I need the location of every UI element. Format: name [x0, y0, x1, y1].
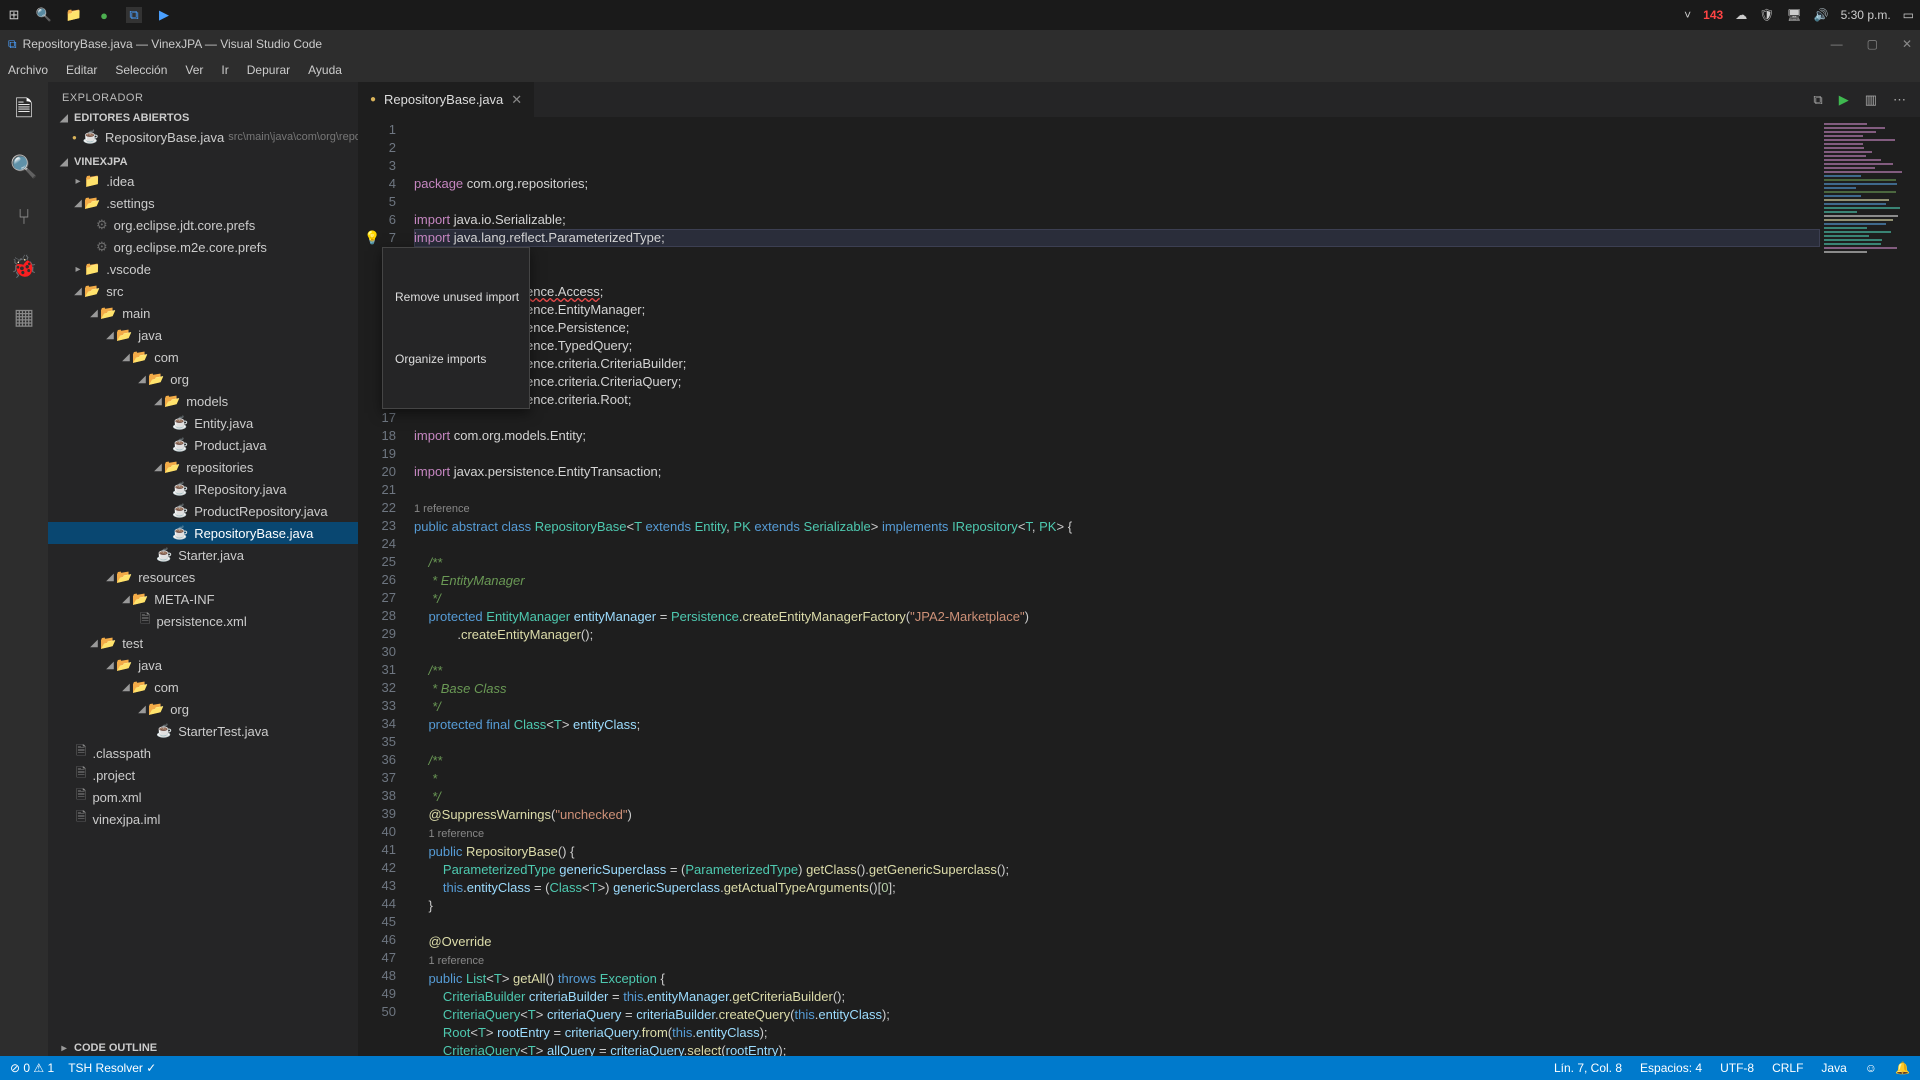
status-cursor-position[interactable]: Lín. 7, Col. 8	[1554, 1061, 1622, 1075]
status-language[interactable]: Java	[1821, 1061, 1846, 1075]
file-classpath[interactable]: 🗎.classpath	[48, 742, 358, 764]
file-product[interactable]: ☕Product.java	[48, 434, 358, 456]
menu-help[interactable]: Ayuda	[308, 63, 342, 77]
vscode-icon[interactable]: ⧉	[126, 7, 142, 23]
powershell-icon[interactable]: ▶	[156, 7, 172, 23]
file-pom[interactable]: 🗎pom.xml	[48, 786, 358, 808]
tab-repositorybase[interactable]: ● RepositoryBase.java ✕	[358, 82, 535, 117]
editor-area: ● RepositoryBase.java ✕ ⧉ ▶ ▥ ⋯ 12345678…	[358, 82, 1920, 1056]
open-editor-item[interactable]: ● ☕ RepositoryBase.java src\main\java\co…	[48, 126, 358, 148]
activity-bar: 🗎 🔍 ⑂ 🐞 ▦	[0, 82, 48, 1056]
search-panel-icon[interactable]: 🔍	[10, 154, 37, 180]
menubar: Archivo Editar Selección Ver Ir Depurar …	[0, 58, 1920, 82]
menu-edit[interactable]: Editar	[66, 63, 97, 77]
folder-resources[interactable]: ◢📂resources	[48, 566, 358, 588]
tray-clock[interactable]: 5:30 p.m.	[1841, 8, 1891, 22]
folder-repositories[interactable]: ◢📂repositories	[48, 456, 358, 478]
folder-com[interactable]: ◢📂com	[48, 346, 358, 368]
tray-monitor-icon[interactable]: 🖥	[1786, 8, 1801, 22]
tray-volume-icon[interactable]: 🔊	[1814, 8, 1829, 22]
java-file-icon: ☕	[83, 129, 99, 145]
menu-organize-imports[interactable]: Organize imports	[383, 346, 529, 372]
folder-vscode[interactable]: ▸📁.vscode	[48, 258, 358, 280]
folder-test-com[interactable]: ◢📂com	[48, 676, 358, 698]
editor-tabs: ● RepositoryBase.java ✕ ⧉ ▶ ▥ ⋯	[358, 82, 1920, 117]
split-editor-icon[interactable]: ⧉	[1813, 92, 1822, 108]
file-jdt-prefs[interactable]: ⚙org.eclipse.jdt.core.prefs	[48, 214, 358, 236]
status-errors[interactable]: ⊘ 0 ⚠ 1	[10, 1061, 54, 1075]
folder-test-org[interactable]: ◢📂org	[48, 698, 358, 720]
folder-java[interactable]: ◢📂java	[48, 324, 358, 346]
menu-go[interactable]: Ir	[221, 63, 228, 77]
code-editor[interactable]: 💡 package com.org.repositories; import j…	[414, 117, 1920, 1056]
status-feedback-icon[interactable]: ☺	[1865, 1061, 1877, 1075]
modified-dot-icon: ●	[72, 133, 77, 142]
tray-cloud-icon[interactable]: ☁	[1735, 8, 1747, 22]
search-icon[interactable]: 🔍	[36, 7, 52, 23]
tray-action-center-icon[interactable]: ▭	[1903, 8, 1914, 22]
status-bell-icon[interactable]: 🔔	[1895, 1061, 1910, 1075]
browser-icon[interactable]: ●	[96, 7, 112, 23]
folder-src[interactable]: ◢📂src	[48, 280, 358, 302]
file-m2e-prefs[interactable]: ⚙org.eclipse.m2e.core.prefs	[48, 236, 358, 258]
menu-view[interactable]: Ver	[185, 63, 203, 77]
folder-org[interactable]: ◢📂org	[48, 368, 358, 390]
file-persistence[interactable]: 🗎persistence.xml	[48, 610, 358, 632]
folder-test[interactable]: ◢📂test	[48, 632, 358, 654]
explorer-icon[interactable]: 🗎	[15, 92, 33, 130]
file-entity[interactable]: ☕Entity.java	[48, 412, 358, 434]
file-productrepository[interactable]: ☕ProductRepository.java	[48, 500, 358, 522]
run-icon[interactable]: ▶	[1839, 92, 1849, 108]
status-indentation[interactable]: Espacios: 4	[1640, 1061, 1702, 1075]
window-title: RepositoryBase.java — VinexJPA — Visual …	[23, 37, 323, 51]
folder-metainf[interactable]: ◢📂META-INF	[48, 588, 358, 610]
project-section[interactable]: ◢VINEXJPA	[48, 154, 358, 170]
quickfix-menu: Remove unused import Organize imports	[382, 247, 530, 409]
window-maximize-button[interactable]: ▢	[1867, 37, 1878, 51]
extensions-icon[interactable]: ▦	[14, 304, 35, 330]
window-titlebar: ⧉ RepositoryBase.java — VinexJPA — Visua…	[0, 30, 1920, 58]
more-actions-icon[interactable]: ⋯	[1893, 92, 1906, 108]
file-iml[interactable]: 🗎vinexjpa.iml	[48, 808, 358, 830]
statusbar: ⊘ 0 ⚠ 1 TSH Resolver ✓ Lín. 7, Col. 8 Es…	[0, 1056, 1920, 1080]
open-editors-section[interactable]: ◢EDITORES ABIERTOS	[48, 110, 358, 126]
tray-chevron-icon[interactable]: ˅	[1684, 8, 1691, 22]
start-menu-icon[interactable]: ⊞	[6, 7, 22, 23]
menu-remove-unused-import[interactable]: Remove unused import	[383, 284, 529, 310]
modified-dot-icon: ●	[370, 94, 376, 105]
sidebar: EXPLORADOR ◢EDITORES ABIERTOS ● ☕ Reposi…	[48, 82, 358, 1056]
window-minimize-button[interactable]: —	[1831, 37, 1843, 51]
menu-debug[interactable]: Depurar	[247, 63, 290, 77]
folder-main[interactable]: ◢📂main	[48, 302, 358, 324]
folder-test-java[interactable]: ◢📂java	[48, 654, 358, 676]
file-irepository[interactable]: ☕IRepository.java	[48, 478, 358, 500]
status-eol[interactable]: CRLF	[1772, 1061, 1803, 1075]
file-explorer-icon[interactable]: 📁	[66, 7, 82, 23]
menu-selection[interactable]: Selección	[115, 63, 167, 77]
os-taskbar: ⊞ 🔍 📁 ● ⧉ ▶ ˅ 143 ☁ 🛡 🖥 🔊 5:30 p.m. ▭	[0, 0, 1920, 30]
source-control-icon[interactable]: ⑂	[17, 204, 30, 230]
status-encoding[interactable]: UTF-8	[1720, 1061, 1754, 1075]
sidebar-title: EXPLORADOR	[48, 82, 358, 110]
file-project[interactable]: 🗎.project	[48, 764, 358, 786]
code-outline-section[interactable]: ▸CODE OUTLINE	[48, 1040, 358, 1056]
folder-idea[interactable]: ▸📁.idea	[48, 170, 358, 192]
file-tree: ▸📁.idea ◢📂.settings ⚙org.eclipse.jdt.cor…	[48, 170, 358, 1040]
folder-models[interactable]: ◢📂models	[48, 390, 358, 412]
file-repositorybase[interactable]: ☕RepositoryBase.java	[48, 522, 358, 544]
vscode-app-icon: ⧉	[8, 37, 17, 52]
debug-panel-icon[interactable]: 🐞	[10, 254, 37, 280]
layout-icon[interactable]: ▥	[1865, 92, 1877, 108]
file-starter[interactable]: ☕Starter.java	[48, 544, 358, 566]
lightbulb-icon[interactable]: 💡	[364, 229, 380, 247]
file-startertest[interactable]: ☕StarterTest.java	[48, 720, 358, 742]
window-close-button[interactable]: ✕	[1902, 37, 1912, 51]
tray-shield-icon[interactable]: 🛡	[1759, 8, 1774, 22]
folder-settings[interactable]: ◢📂.settings	[48, 192, 358, 214]
status-tsh-resolver[interactable]: TSH Resolver ✓	[68, 1061, 156, 1075]
tray-notification-count[interactable]: 143	[1703, 8, 1723, 22]
close-tab-icon[interactable]: ✕	[511, 92, 522, 108]
menu-file[interactable]: Archivo	[8, 63, 48, 77]
